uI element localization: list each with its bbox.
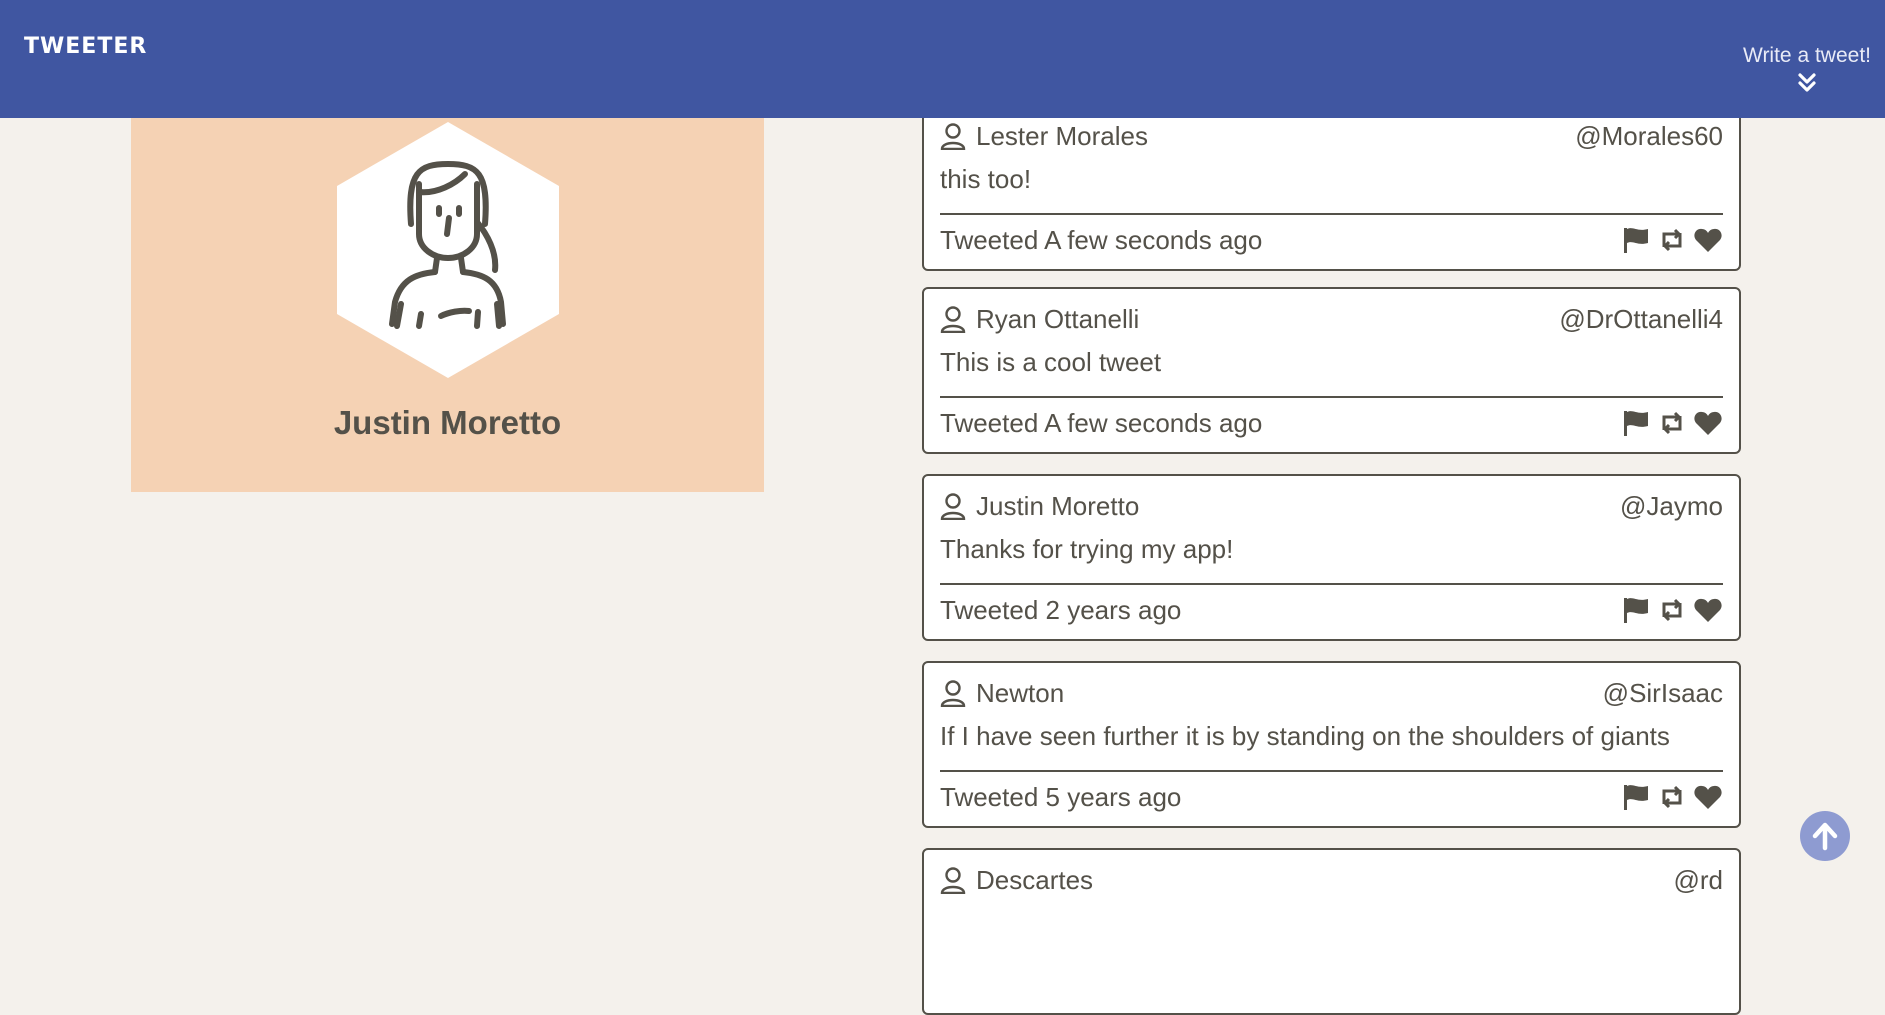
flag-icon[interactable] [1621,595,1651,625]
tweet-card: Descartes @rd [922,848,1741,1015]
divider [940,770,1723,772]
tweet-card: Newton @SirIsaac If I have seen further … [922,661,1741,828]
tweet-handle: @Morales60 [1575,120,1723,151]
divider [940,583,1723,585]
tweet-author: Lester Morales [976,120,1148,151]
tweet-handle: @rd [1673,864,1723,895]
tweet-author: Ryan Ottanelli [976,303,1140,334]
user-icon [940,680,966,707]
tweet-handle: @SirIsaac [1602,677,1723,708]
write-tweet-label[interactable]: Write a tweet! [1743,44,1871,68]
user-icon [940,493,966,520]
tweet-handle: @DrOttanelli4 [1559,303,1723,334]
double-chevron-down-icon[interactable] [1797,72,1817,94]
tweet-timestamp: Tweeted A few seconds ago [940,224,1263,255]
divider [940,396,1723,398]
scroll-top-button[interactable] [1800,811,1850,861]
tweet-timestamp: Tweeted 5 years ago [940,781,1182,812]
profile-name: Justin Moretto [333,404,562,441]
tweet-author: Descartes [976,864,1094,895]
heart-icon[interactable] [1693,408,1723,438]
tweet-timestamp: Tweeted A few seconds ago [940,407,1263,438]
tweet-timestamp: Tweeted 2 years ago [940,594,1182,625]
retweet-icon[interactable] [1657,408,1687,438]
retweet-icon[interactable] [1657,225,1687,255]
write-tweet-toggle[interactable]: Write a tweet! [1743,44,1871,94]
brand-logo[interactable]: TWEETER [24,34,147,59]
woman-avatar-icon [337,122,559,378]
tweet-text: This is a cool tweet [940,347,1162,377]
flag-icon[interactable] [1621,782,1651,812]
retweet-icon[interactable] [1657,595,1687,625]
divider [940,213,1723,215]
tweet-text: Thanks for trying my app! [940,534,1234,564]
tweet-text: If I have seen further it is by standing… [940,721,1670,751]
top-nav-bar: TWEETER Write a tweet! [0,0,1885,118]
user-icon [940,306,966,333]
retweet-icon[interactable] [1657,782,1687,812]
tweet-card: Lester Morales @Morales60 this too! Twee… [922,104,1741,271]
tweet-handle: @Jaymo [1620,490,1723,521]
user-icon [940,123,966,150]
heart-icon[interactable] [1693,225,1723,255]
arrow-up-icon [1812,822,1838,851]
flag-icon[interactable] [1621,225,1651,255]
flag-icon[interactable] [1621,408,1651,438]
tweet-text: this too! [940,164,1032,194]
tweet-card: Ryan Ottanelli @DrOttanelli4 This is a c… [922,287,1741,454]
tweet-author: Newton [976,677,1065,708]
heart-icon[interactable] [1693,595,1723,625]
tweet-card: Justin Moretto @Jaymo Thanks for trying … [922,474,1741,641]
tweet-author: Justin Moretto [976,490,1140,521]
heart-icon[interactable] [1693,782,1723,812]
